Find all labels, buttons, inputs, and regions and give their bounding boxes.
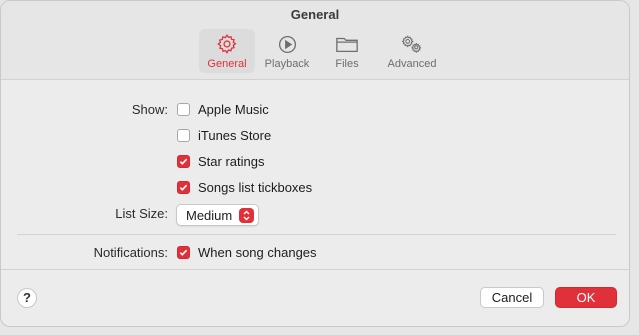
tab-playback-label: Playback	[264, 58, 310, 70]
tab-general[interactable]: General	[199, 29, 255, 73]
preferences-window: General General Playback Files Advanced …	[0, 0, 630, 327]
checkbox-apple-music[interactable]: Apple Music	[177, 102, 269, 117]
show-label: Show:	[131, 102, 168, 117]
list-size-label: List Size:	[115, 206, 168, 221]
tab-files[interactable]: Files	[319, 29, 375, 73]
list-size-value: Medium	[186, 207, 233, 223]
checkbox-icon[interactable]	[177, 129, 190, 142]
checkbox-label: Star ratings	[198, 154, 265, 169]
checkbox-itunes-store[interactable]: iTunes Store	[177, 128, 271, 143]
gears-icon	[400, 32, 424, 56]
window-title: General	[290, 7, 340, 22]
folder-icon	[335, 32, 359, 56]
checkbox-icon[interactable]	[177, 181, 190, 194]
chevron-updown-icon	[239, 207, 255, 223]
list-size-popup[interactable]: Medium	[176, 204, 260, 226]
tab-bar: General Playback Files Advanced	[199, 29, 449, 73]
tab-playback[interactable]: Playback	[259, 29, 315, 73]
checkbox-label: Apple Music	[198, 102, 269, 117]
ok-button[interactable]: OK	[555, 287, 617, 308]
checkbox-icon[interactable]	[177, 246, 190, 259]
checkbox-label: When song changes	[198, 245, 317, 260]
checkbox-icon[interactable]	[177, 155, 190, 168]
help-button[interactable]: ?	[17, 288, 37, 308]
play-circle-icon	[275, 32, 299, 56]
checkbox-label: Songs list tickboxes	[198, 180, 313, 195]
section-divider	[17, 234, 616, 235]
cancel-button[interactable]: Cancel	[480, 287, 544, 308]
toolbar: General General Playback Files Advanced	[1, 1, 629, 80]
tab-files-label: Files	[335, 58, 359, 70]
checkbox-icon[interactable]	[177, 103, 190, 116]
footer-bar: ? Cancel OK	[1, 269, 629, 326]
checkbox-label: iTunes Store	[198, 128, 272, 143]
list-size-select[interactable]: Medium	[176, 204, 260, 226]
notifications-label: Notifications:	[93, 245, 168, 260]
checkbox-star-ratings[interactable]: Star ratings	[177, 154, 264, 169]
tab-advanced-label: Advanced	[387, 58, 437, 70]
gear-icon	[215, 32, 239, 56]
checkbox-when-song-changes[interactable]: When song changes	[177, 245, 317, 260]
tab-general-label: General	[207, 58, 247, 70]
checkbox-songs-list-tickboxes[interactable]: Songs list tickboxes	[177, 180, 312, 195]
tab-advanced[interactable]: Advanced	[379, 29, 445, 73]
